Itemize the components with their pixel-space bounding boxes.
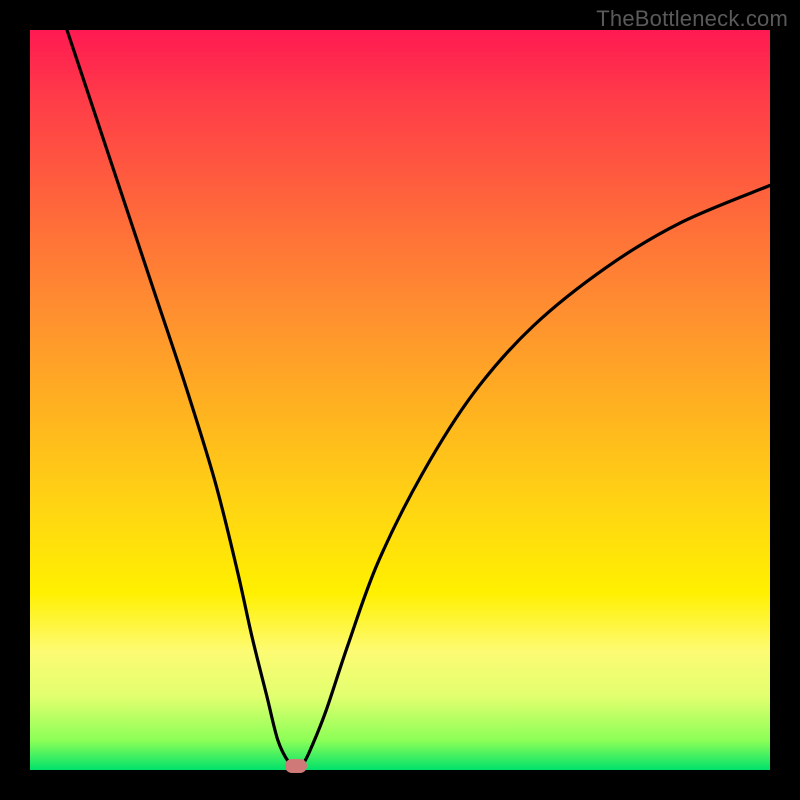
plot-area: [30, 30, 770, 770]
curve-svg: [30, 30, 770, 770]
chart-frame: TheBottleneck.com: [0, 0, 800, 800]
bottleneck-curve: [67, 30, 770, 766]
watermark-text: TheBottleneck.com: [596, 6, 788, 32]
optimum-marker: [285, 759, 307, 773]
